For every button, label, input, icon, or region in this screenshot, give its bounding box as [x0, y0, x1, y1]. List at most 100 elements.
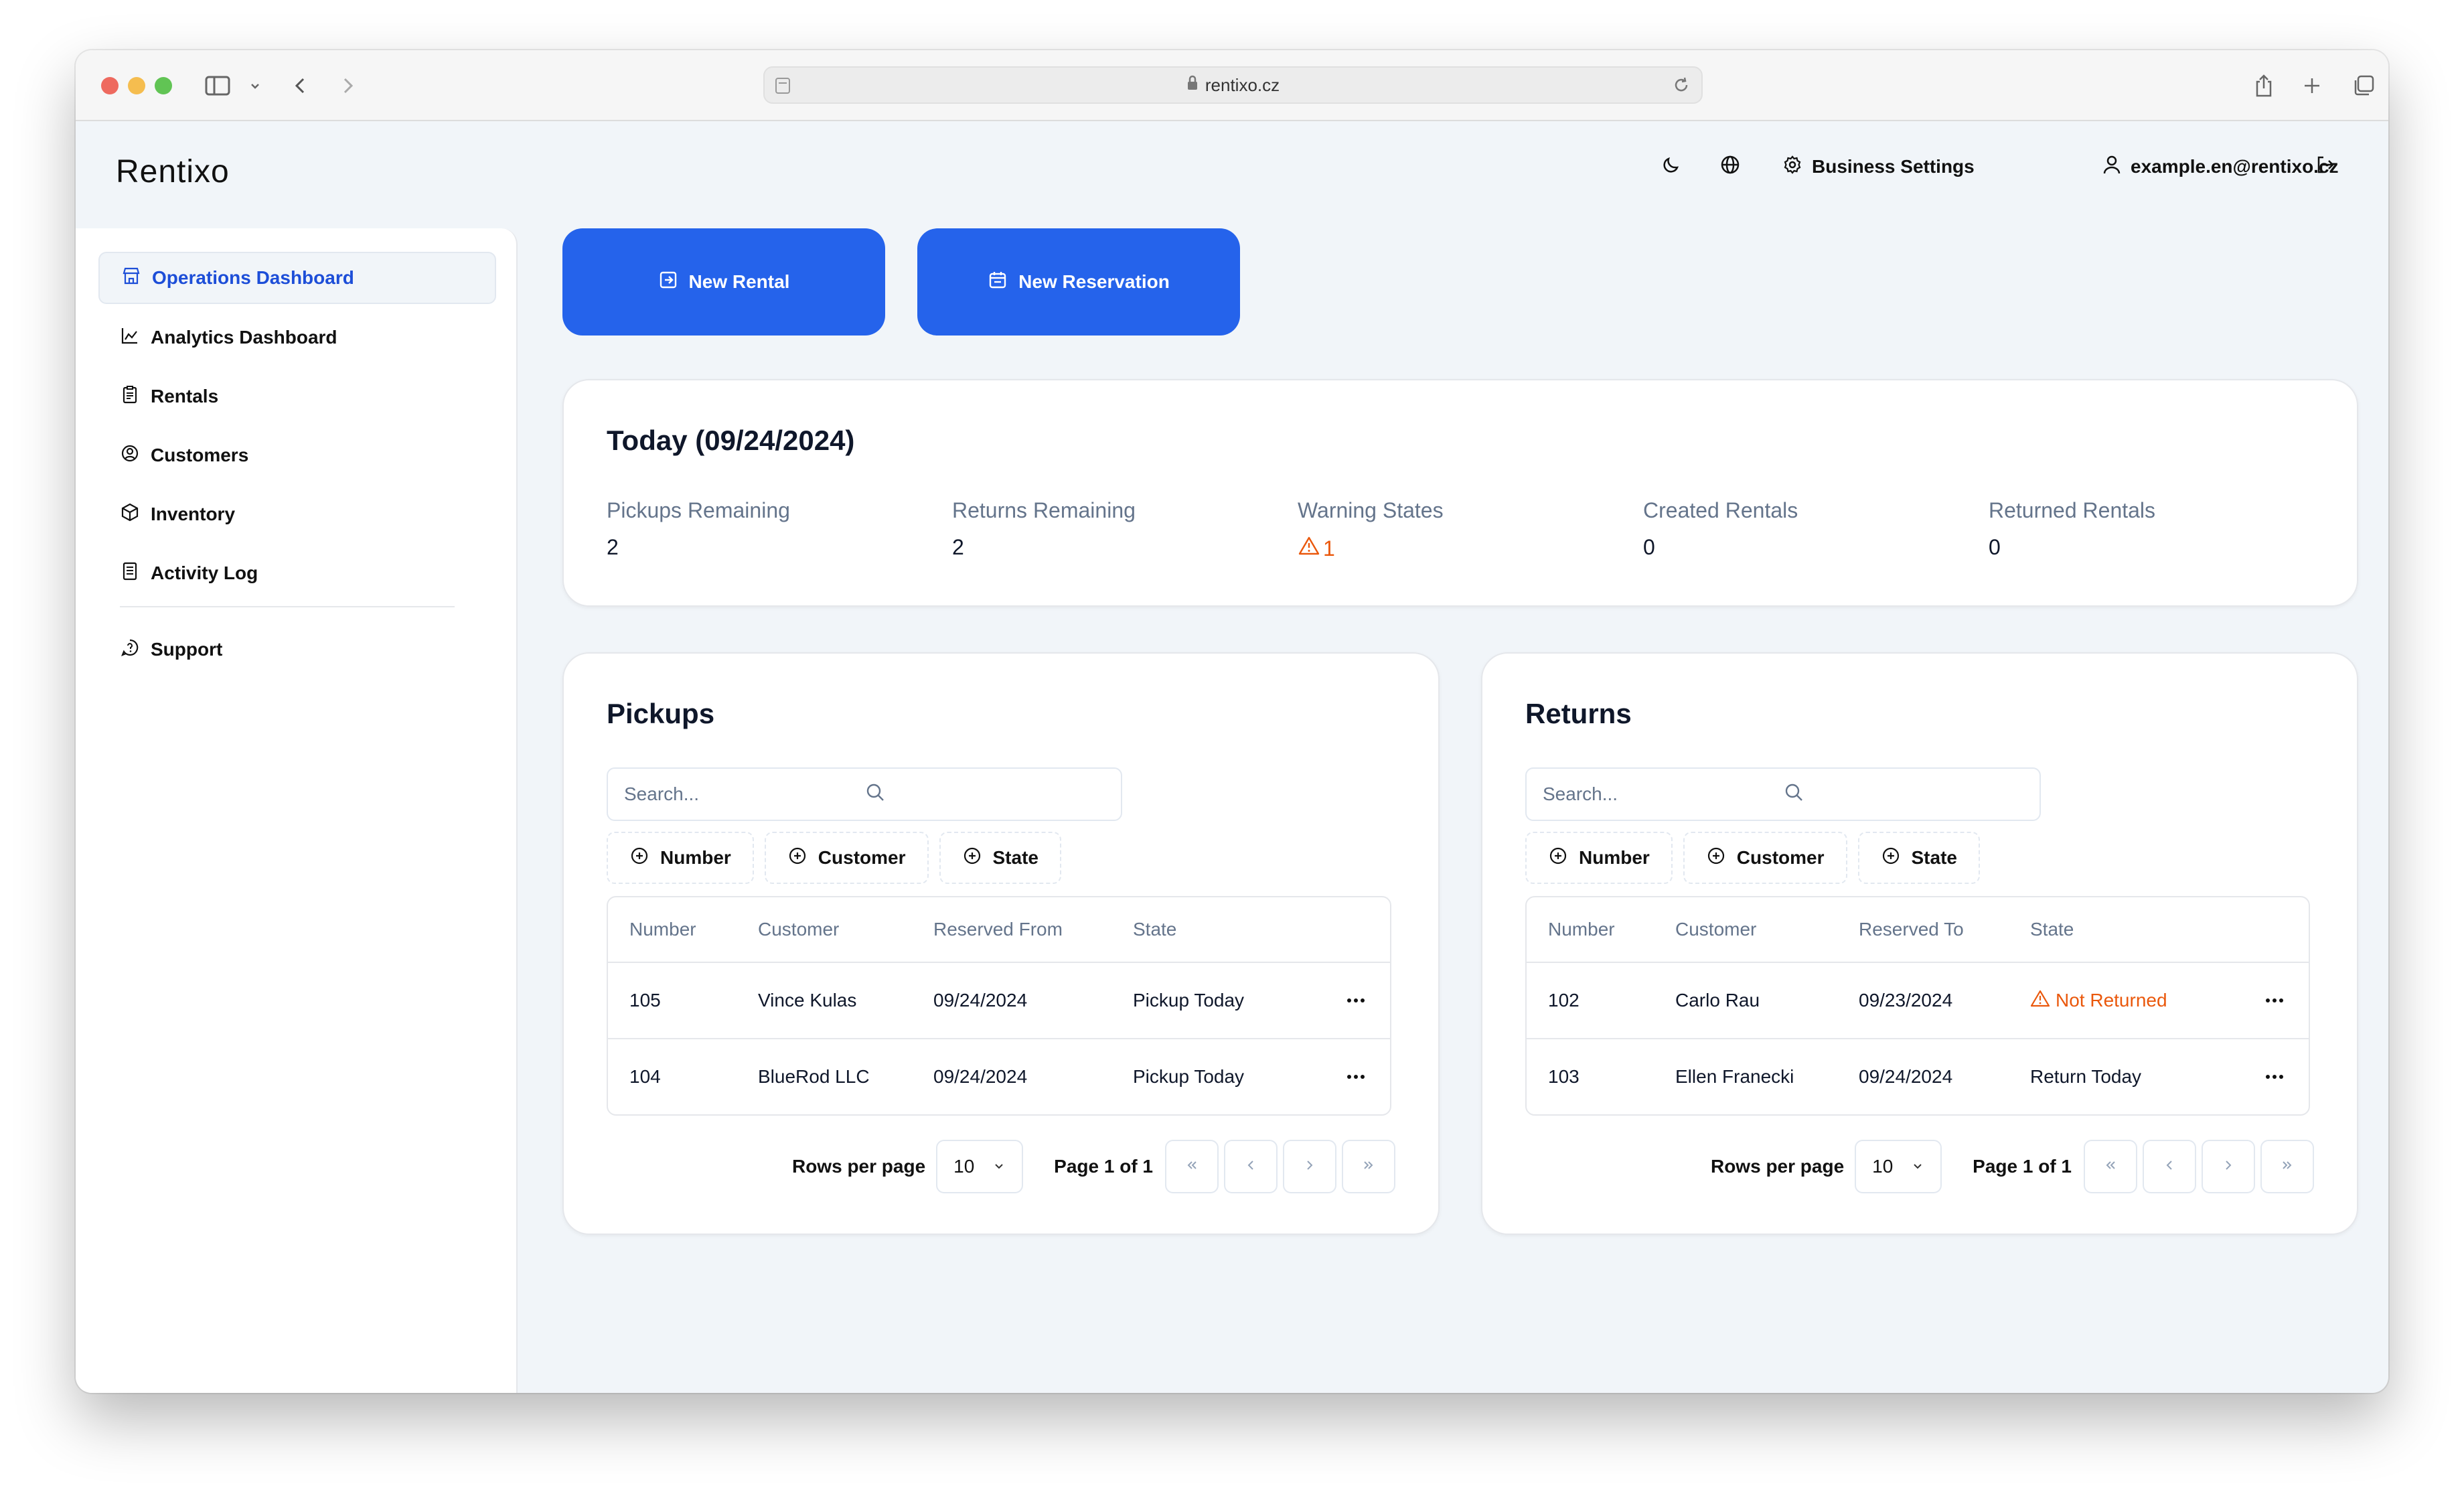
business-settings-label: Business Settings — [1812, 156, 1975, 177]
column-header[interactable]: Customer — [737, 919, 912, 940]
tab-overview-icon[interactable] — [2348, 70, 2379, 101]
filter-label: Number — [1579, 847, 1650, 868]
column-header[interactable]: State — [1111, 919, 1326, 940]
sidebar-item-label: Rentals — [151, 386, 219, 406]
business-settings-link[interactable]: Business Settings — [1782, 153, 1975, 180]
filter-number-button[interactable]: Number — [1525, 832, 1673, 884]
new-reservation-button[interactable]: New Reservation — [917, 228, 1240, 335]
sidebar-item-label: Activity Log — [151, 563, 258, 583]
cell-customer: BlueRod LLC — [758, 1066, 870, 1087]
cell-number: 102 — [1548, 990, 1580, 1011]
share-icon[interactable] — [2248, 70, 2279, 101]
filter-label: State — [992, 847, 1038, 868]
last-page-button[interactable] — [2260, 1140, 2314, 1193]
chevrons-left-icon — [1184, 1156, 1199, 1177]
warning-icon — [2030, 989, 2056, 1013]
last-page-button[interactable] — [1342, 1140, 1395, 1193]
chevrons-left-icon — [2103, 1156, 2118, 1177]
first-page-button[interactable] — [2084, 1140, 2137, 1193]
reload-icon[interactable] — [1672, 76, 1691, 99]
column-header[interactable]: Reserved To — [1837, 919, 2009, 940]
warning-icon — [1298, 535, 1323, 562]
minimize-window-button[interactable] — [128, 77, 145, 94]
stat-label: Created Rentals — [1643, 498, 1798, 522]
returns-card: Returns Search... Number Customer State — [1481, 652, 2358, 1235]
chevrons-right-icon — [1361, 1156, 1376, 1177]
new-tab-icon[interactable] — [2297, 70, 2327, 101]
moon-icon — [1661, 154, 1691, 180]
next-page-button[interactable] — [2202, 1140, 2255, 1193]
row-actions-button[interactable] — [2244, 998, 2283, 1002]
log-icon — [120, 561, 151, 586]
rows-per-page-value: 10 — [1872, 1156, 1894, 1177]
table-row[interactable]: 105 Vince Kulas 09/24/2024 Pickup Today — [608, 962, 1390, 1038]
previous-page-button[interactable] — [1224, 1140, 1278, 1193]
next-page-button[interactable] — [1283, 1140, 1336, 1193]
today-summary-card: Today (09/24/2024) Pickups Remaining 2 R… — [562, 379, 2358, 607]
new-rental-button[interactable]: New Rental — [562, 228, 885, 335]
filter-label: Number — [660, 847, 731, 868]
arrow-in-square-icon — [658, 270, 689, 295]
calendar-icon — [988, 270, 1018, 295]
help-bubble-icon — [120, 638, 151, 662]
sidebar-item-analytics-dashboard[interactable]: Analytics Dashboard — [98, 311, 496, 364]
row-actions-button[interactable] — [2244, 1075, 2283, 1079]
filter-customer-button[interactable]: Customer — [764, 832, 929, 884]
cell-number: 103 — [1548, 1066, 1580, 1087]
column-header[interactable]: Customer — [1654, 919, 1837, 940]
previous-page-button[interactable] — [2143, 1140, 2196, 1193]
close-window-button[interactable] — [101, 77, 119, 94]
stat-value-warning: 1 — [1298, 535, 1619, 562]
rows-per-page-select[interactable]: 10 — [936, 1140, 1024, 1193]
sidebar-item-rentals[interactable]: Rentals — [98, 370, 496, 423]
column-header[interactable]: Number — [608, 919, 737, 940]
column-header[interactable]: Number — [1527, 919, 1654, 940]
user-circle-icon — [120, 443, 151, 468]
returns-search-input[interactable]: Search... — [1525, 767, 2041, 821]
rows-per-page-select[interactable]: 10 — [1855, 1140, 1942, 1193]
pickups-search-input[interactable]: Search... — [607, 767, 1122, 821]
package-icon — [120, 502, 151, 527]
table-row[interactable]: 103 Ellen Franecki 09/24/2024 Return Tod… — [1527, 1038, 2309, 1114]
sidebar-item-inventory[interactable]: Inventory — [98, 488, 496, 540]
filter-number-button[interactable]: Number — [607, 832, 754, 884]
table-row[interactable]: 104 BlueRod LLC 09/24/2024 Pickup Today — [608, 1038, 1390, 1114]
language-selector[interactable] — [1719, 153, 1750, 180]
user-menu[interactable]: example.en@rentixo.cz — [2102, 153, 2339, 180]
table-row[interactable]: 102 Carlo Rau 09/23/2024 Not Returned — [1527, 962, 2309, 1038]
filter-state-button[interactable]: State — [1857, 832, 1980, 884]
filter-state-button[interactable]: State — [939, 832, 1061, 884]
sidebar-item-customers[interactable]: Customers — [98, 429, 496, 481]
logo[interactable]: Rentixo — [116, 153, 230, 190]
user-icon — [2102, 155, 2131, 179]
search-icon — [1783, 781, 2023, 808]
cell-customer: Ellen Franecki — [1675, 1066, 1794, 1087]
logout-button[interactable] — [2315, 153, 2345, 180]
row-actions-button[interactable] — [1326, 1075, 1365, 1079]
filter-customer-button[interactable]: Customer — [1683, 832, 1847, 884]
pickups-title: Pickups — [607, 698, 715, 729]
sidebar-item-activity-log[interactable]: Activity Log — [98, 547, 496, 599]
row-actions-button[interactable] — [1326, 998, 1365, 1002]
cell-date: 09/23/2024 — [1859, 990, 1953, 1011]
sidebar-item-operations-dashboard[interactable]: Operations Dashboard — [98, 252, 496, 304]
chevron-down-icon[interactable] — [240, 70, 271, 101]
stat-label: Pickups Remaining — [607, 498, 790, 522]
stat-label: Warning States — [1298, 498, 1444, 522]
sidebar-toggle-icon[interactable] — [203, 70, 234, 101]
stat-label: Returns Remaining — [952, 498, 1136, 522]
first-page-button[interactable] — [1165, 1140, 1219, 1193]
column-header[interactable]: State — [2009, 919, 2244, 940]
address-bar[interactable]: rentixo.cz — [763, 66, 1703, 104]
sidebar: Operations Dashboard Analytics Dashboard… — [76, 228, 518, 1393]
sidebar-item-support[interactable]: Support — [98, 623, 496, 676]
maximize-window-button[interactable] — [155, 77, 172, 94]
state-text: Not Returned — [2056, 990, 2167, 1011]
today-title: Today (09/24/2024) — [607, 425, 855, 456]
sidebar-item-label: Analytics Dashboard — [151, 327, 337, 348]
forward-icon[interactable] — [332, 70, 363, 101]
chevron-right-icon — [2221, 1156, 2236, 1177]
back-icon[interactable] — [285, 70, 316, 101]
column-header[interactable]: Reserved From — [912, 919, 1111, 940]
theme-toggle[interactable] — [1661, 153, 1691, 180]
